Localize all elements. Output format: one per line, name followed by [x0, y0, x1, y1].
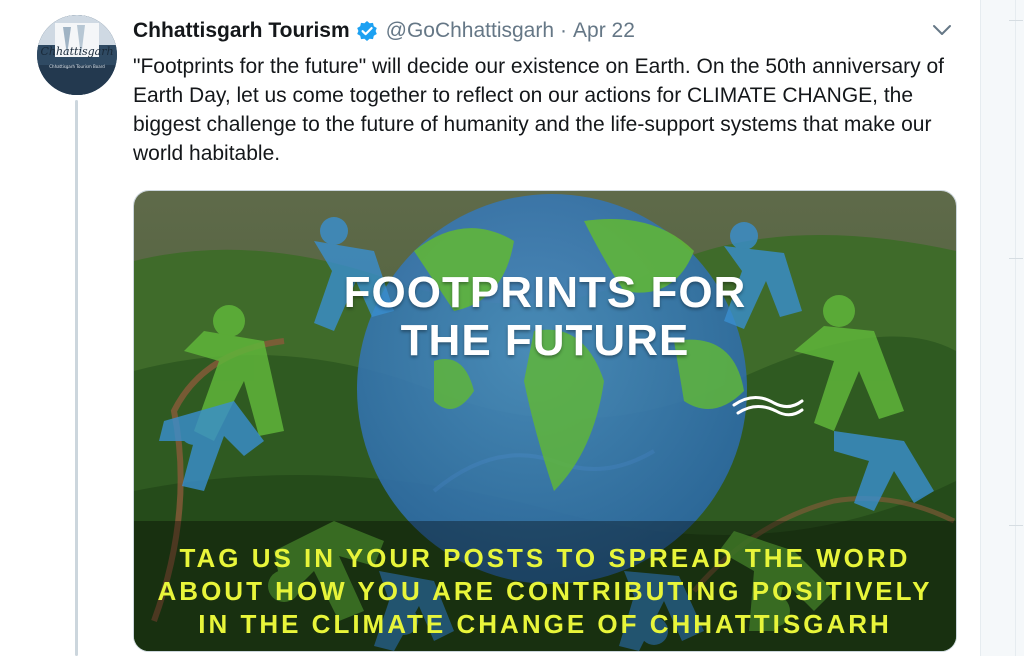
verified-badge-icon — [356, 20, 378, 42]
chevron-down-icon[interactable] — [930, 20, 954, 40]
media-caption-line2: ABOUT HOW YOU ARE CONTRIBUTING POSITIVEL… — [157, 576, 933, 606]
media-headline-line1: FOOTPRINTS FOR — [343, 268, 747, 317]
user-handle[interactable]: @GoChhattisgarh — [386, 19, 554, 43]
tweet-header: Chhattisgarh Tourism @GoChhattisgarh · A… — [133, 16, 635, 46]
tweet-media-image[interactable]: FOOTPRINTS FOR THE FUTURE TAG US IN YOUR… — [133, 190, 957, 652]
rail-divider — [1009, 258, 1023, 259]
display-name[interactable]: Chhattisgarh Tourism — [133, 19, 350, 43]
media-caption-line1: TAG US IN YOUR POSTS TO SPREAD THE WORD — [179, 543, 911, 573]
tweet-text: "Footprints for the future" will decide … — [133, 55, 945, 165]
rail-divider — [1015, 0, 1016, 656]
thread-line — [75, 100, 78, 656]
avatar-logo-text: Chhattisgarh — [40, 45, 113, 58]
right-sidebar-edge — [980, 0, 1024, 656]
separator-dot: · — [560, 19, 568, 42]
avatar[interactable]: Chhattisgarh Chhattisgarh Tourism Board — [37, 15, 117, 95]
rail-divider — [1009, 20, 1023, 21]
rail-divider — [1009, 525, 1023, 526]
tweet: Chhattisgarh Chhattisgarh Tourism Board … — [0, 0, 980, 656]
avatar-logo-subtext: Chhattisgarh Tourism Board — [49, 64, 105, 69]
media-caption-line3: IN THE CLIMATE CHANGE OF CHHATTISGARH — [198, 609, 892, 639]
media-headline-line2: THE FUTURE — [400, 316, 690, 365]
tweet-date[interactable]: Apr 22 — [573, 19, 635, 43]
